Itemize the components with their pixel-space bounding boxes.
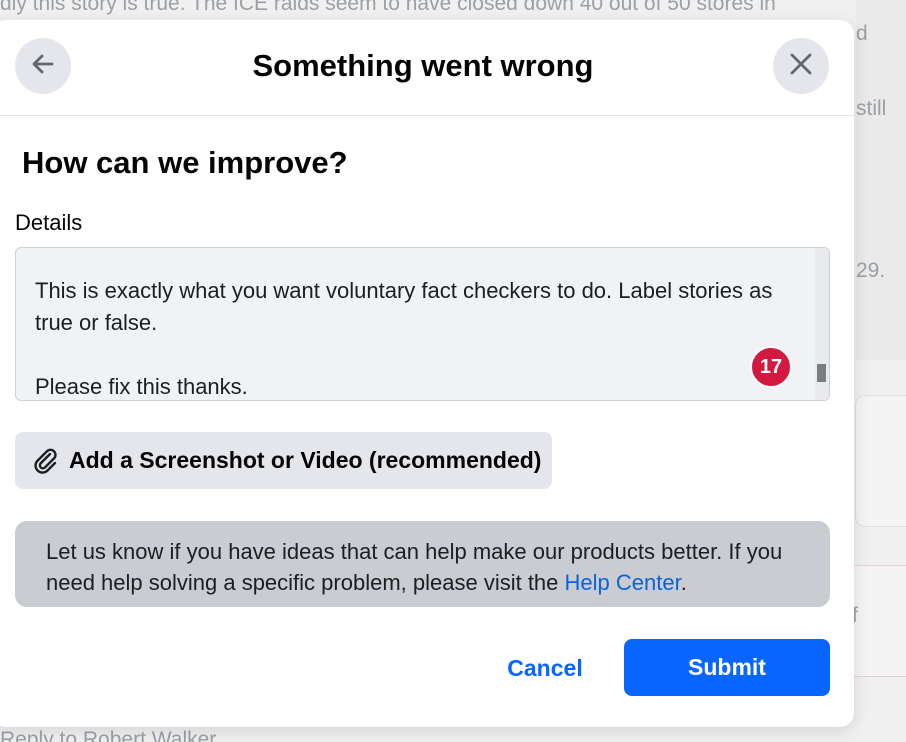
close-button[interactable] — [773, 38, 829, 94]
info-text: Let us know if you have ideas that can h… — [46, 536, 816, 598]
info-box: Let us know if you have ideas that can h… — [15, 521, 830, 607]
paperclip-icon — [31, 446, 61, 476]
help-center-link[interactable]: Help Center — [565, 570, 681, 595]
background-fragment: still — [856, 97, 887, 120]
details-text[interactable]: This is exactly what you want voluntary … — [35, 275, 795, 400]
submit-button[interactable]: Submit — [624, 639, 830, 696]
background-reply-text: Reply to Robert Walker — [0, 728, 217, 742]
info-suffix: . — [680, 570, 687, 595]
dialog-title: Something went wrong — [252, 48, 594, 83]
textarea-scrollbar[interactable] — [815, 248, 829, 400]
dialog-header: Something went wrong — [0, 20, 854, 116]
background-fragment: 29. — [856, 259, 886, 282]
add-screenshot-label: Add a Screenshot or Video (recommended) — [69, 447, 542, 473]
details-textarea[interactable]: This is exactly what you want voluntary … — [15, 247, 830, 401]
background-fragment: d — [856, 22, 868, 45]
background-panel — [856, 0, 906, 360]
close-icon — [788, 51, 814, 82]
notification-badge[interactable]: 17 — [750, 346, 792, 388]
section-heading: How can we improve? — [22, 145, 348, 180]
background-post-text: dly this story is true. The ICE raids se… — [0, 0, 776, 15]
background-card — [855, 395, 906, 527]
details-label: Details — [15, 210, 83, 235]
add-screenshot-button[interactable]: Add a Screenshot or Video (recommended) — [15, 432, 552, 489]
scrollbar-thumb[interactable] — [817, 364, 826, 382]
feedback-dialog: Something went wrong How can we improve?… — [0, 20, 854, 727]
cancel-button[interactable]: Cancel — [492, 640, 598, 696]
